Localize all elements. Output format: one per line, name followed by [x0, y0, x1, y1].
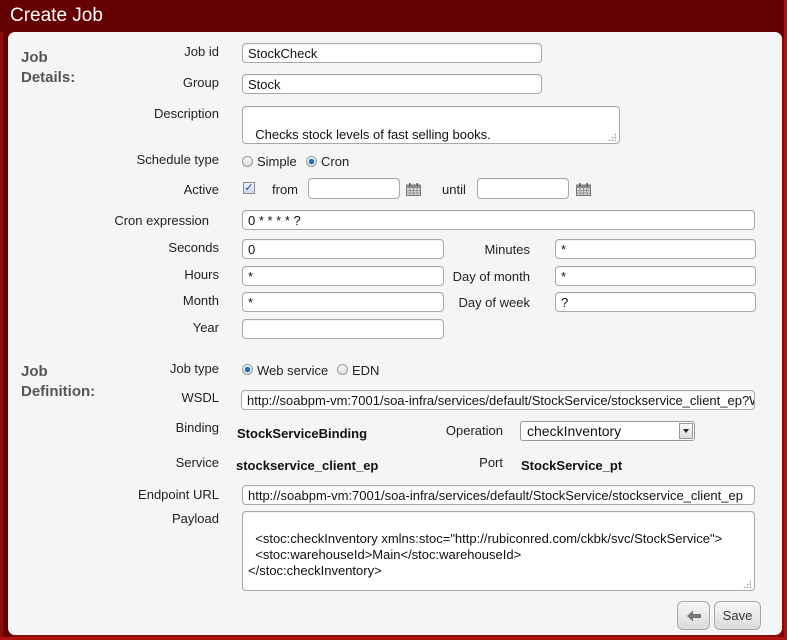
- resize-grip-icon[interactable]: [608, 133, 616, 141]
- job-type-edn-label[interactable]: EDN: [352, 363, 379, 378]
- hours-input[interactable]: *: [242, 266, 444, 286]
- schedule-simple-label[interactable]: Simple: [257, 154, 297, 169]
- description-text: Checks stock levels of fast selling book…: [255, 127, 491, 142]
- save-button[interactable]: Save: [714, 601, 761, 630]
- calendar-icon[interactable]: [576, 183, 591, 196]
- from-label: from: [272, 182, 298, 197]
- group-input[interactable]: Stock: [242, 74, 542, 94]
- from-date-input[interactable]: [308, 178, 400, 199]
- operation-selected-value: checkInventory: [527, 423, 622, 439]
- job-type-webservice-label[interactable]: Web service: [257, 363, 328, 378]
- active-label: Active: [183, 182, 219, 197]
- until-label: until: [442, 182, 466, 197]
- group-label: Group: [182, 75, 219, 90]
- job-id-label: Job id: [184, 44, 219, 59]
- year-input[interactable]: [242, 319, 444, 339]
- minutes-input[interactable]: *: [555, 239, 756, 259]
- seconds-input[interactable]: 0: [242, 239, 444, 259]
- calendar-icon[interactable]: [406, 183, 421, 196]
- back-button[interactable]: [677, 601, 710, 630]
- arrow-left-icon: [686, 610, 701, 622]
- day-of-month-label: Day of month: [452, 269, 530, 284]
- cron-expression-input[interactable]: 0 * * * * ?: [242, 210, 755, 230]
- description-label: Description: [153, 106, 219, 121]
- operation-select[interactable]: checkInventory: [520, 421, 695, 441]
- operation-label: Operation: [445, 423, 503, 438]
- day-of-month-input[interactable]: *: [555, 266, 756, 286]
- payload-text: <stoc:checkInventory xmlns:stoc="http://…: [248, 531, 723, 578]
- binding-value: StockServiceBinding: [237, 426, 368, 441]
- schedule-cron-label[interactable]: Cron: [321, 154, 349, 169]
- description-textarea[interactable]: Checks stock levels of fast selling book…: [242, 106, 620, 144]
- job-type-webservice-radio[interactable]: [242, 364, 253, 375]
- job-type-edn-radio[interactable]: [337, 364, 348, 375]
- year-label: Year: [192, 320, 219, 335]
- payload-textarea[interactable]: <stoc:checkInventory xmlns:stoc="http://…: [242, 511, 755, 591]
- service-value: stockservice_client_ep: [236, 458, 379, 473]
- schedule-type-label: Schedule type: [136, 152, 219, 167]
- seconds-label: Seconds: [168, 240, 219, 255]
- day-of-week-label: Day of week: [458, 295, 530, 310]
- active-checkbox[interactable]: ✓: [243, 182, 255, 194]
- until-date-input[interactable]: [477, 178, 569, 199]
- schedule-cron-radio[interactable]: [306, 156, 317, 167]
- hours-label: Hours: [184, 267, 219, 282]
- schedule-simple-radio[interactable]: [242, 156, 253, 167]
- wsdl-input[interactable]: http://soabpm-vm:7001/soa-infra/services…: [241, 390, 755, 410]
- section-job-details: Job Details:: [21, 49, 76, 86]
- title-bar: Create Job: [0, 0, 787, 32]
- month-label: Month: [182, 293, 219, 308]
- endpoint-url-input[interactable]: http://soabpm-vm:7001/soa-infra/services…: [242, 485, 755, 505]
- frame-border: [0, 32, 3, 640]
- job-type-label: Job type: [169, 361, 219, 376]
- endpoint-url-label: Endpoint URL: [138, 487, 219, 502]
- window-title: Create Job: [10, 5, 103, 26]
- minutes-label: Minutes: [484, 242, 530, 257]
- chevron-down-icon[interactable]: [679, 423, 693, 439]
- resize-grip-icon[interactable]: [743, 580, 751, 588]
- port-value: StockService_pt: [521, 458, 623, 473]
- job-id-input[interactable]: StockCheck: [242, 43, 542, 63]
- port-label: Port: [479, 455, 503, 470]
- wsdl-label: WSDL: [181, 390, 219, 405]
- cron-expression-label: Cron expression: [114, 213, 209, 228]
- payload-label: Payload: [172, 511, 219, 526]
- day-of-week-input[interactable]: ?: [555, 292, 756, 312]
- binding-label: Binding: [175, 420, 219, 435]
- section-job-definition: Job Definition:: [21, 363, 96, 400]
- service-label: Service: [175, 455, 219, 470]
- month-input[interactable]: *: [242, 292, 444, 312]
